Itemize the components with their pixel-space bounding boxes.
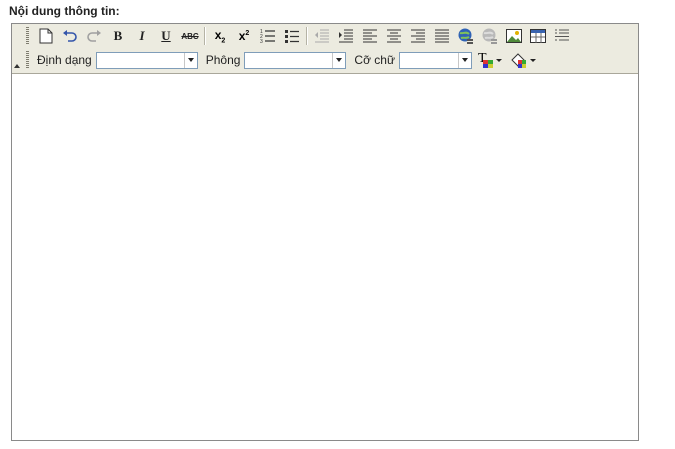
rich-text-editor: B I U ABC x2 x2 1 2 3 Định dạng Phông Cỡ… (11, 23, 639, 441)
toolbar-row-1: B I U ABC x2 x2 1 2 3 (26, 25, 575, 47)
outdent-icon (315, 29, 329, 43)
align-left-button[interactable] (359, 26, 381, 46)
align-center-button[interactable] (383, 26, 405, 46)
justify-icon (435, 29, 449, 43)
redo-button[interactable] (83, 26, 105, 46)
font-label: Phông (205, 53, 241, 67)
strikethrough-button[interactable]: ABC (179, 26, 201, 46)
toolbar-grip[interactable] (26, 51, 29, 69)
font-select-value (245, 53, 332, 68)
insert-image-button[interactable] (503, 26, 525, 46)
subscript-button[interactable]: x2 (209, 26, 231, 46)
font-select[interactable] (244, 51, 347, 69)
align-center-icon (387, 29, 401, 43)
text-color-button[interactable]: T (478, 51, 502, 68)
insert-table-icon (530, 29, 546, 43)
insert-link-icon (458, 28, 473, 44)
background-color-icon (511, 53, 526, 68)
background-color-button[interactable] (510, 52, 536, 68)
align-right-icon (411, 29, 425, 43)
align-left-icon (363, 29, 377, 43)
text-color-icon: T (478, 51, 494, 68)
toolbar-separator (204, 27, 206, 45)
editor-toolbar: B I U ABC x2 x2 1 2 3 Định dạng Phông Cỡ… (12, 24, 638, 74)
new-document-button[interactable] (35, 26, 57, 46)
ordered-list-button[interactable]: 1 2 3 (257, 26, 279, 46)
horizontal-rule-button[interactable] (551, 26, 573, 46)
unlink-icon (482, 28, 497, 44)
chevron-down-icon[interactable] (458, 52, 471, 68)
ordered-list-icon: 1 2 3 (260, 29, 275, 44)
format-label: Định dạng (37, 53, 92, 67)
indent-button[interactable] (335, 26, 357, 46)
bold-button[interactable]: B (107, 26, 129, 46)
collapse-toolbar-icon[interactable] (14, 64, 20, 68)
chevron-down-icon[interactable] (332, 52, 346, 68)
font-size-select-value (400, 53, 458, 68)
superscript-icon: x2 (238, 29, 250, 43)
superscript-button[interactable]: x2 (233, 26, 255, 46)
toolbar-grip[interactable] (26, 27, 29, 45)
unordered-list-icon (285, 30, 299, 43)
indent-icon (339, 29, 353, 43)
editor-content-area[interactable] (12, 74, 638, 440)
undo-button[interactable] (59, 26, 81, 46)
svg-text:3: 3 (260, 39, 263, 44)
format-select[interactable] (95, 51, 198, 69)
subscript-icon: x2 (214, 27, 226, 45)
insert-link-button[interactable] (455, 26, 477, 46)
justify-button[interactable] (431, 26, 453, 46)
new-document-icon (39, 28, 53, 44)
underline-button[interactable]: U (155, 26, 177, 46)
align-right-button[interactable] (407, 26, 429, 46)
unlink-button[interactable] (479, 26, 501, 46)
undo-icon (63, 30, 77, 42)
font-size-label: Cỡ chữ (354, 53, 395, 67)
insert-table-button[interactable] (527, 26, 549, 46)
insert-image-icon (506, 29, 522, 43)
horizontal-rule-icon (555, 29, 569, 41)
toolbar-row-2: Định dạng Phông Cỡ chữ T (26, 49, 544, 71)
outdent-button[interactable] (311, 26, 333, 46)
chevron-down-icon (530, 58, 536, 62)
format-select-value (97, 53, 184, 68)
field-label: Nội dung thông tin: (9, 4, 120, 18)
italic-button[interactable]: I (131, 26, 153, 46)
redo-icon (87, 30, 101, 42)
unordered-list-button[interactable] (281, 26, 303, 46)
font-size-select[interactable] (399, 51, 472, 69)
chevron-down-icon (496, 58, 502, 62)
chevron-down-icon[interactable] (183, 52, 197, 68)
toolbar-separator (306, 27, 308, 45)
